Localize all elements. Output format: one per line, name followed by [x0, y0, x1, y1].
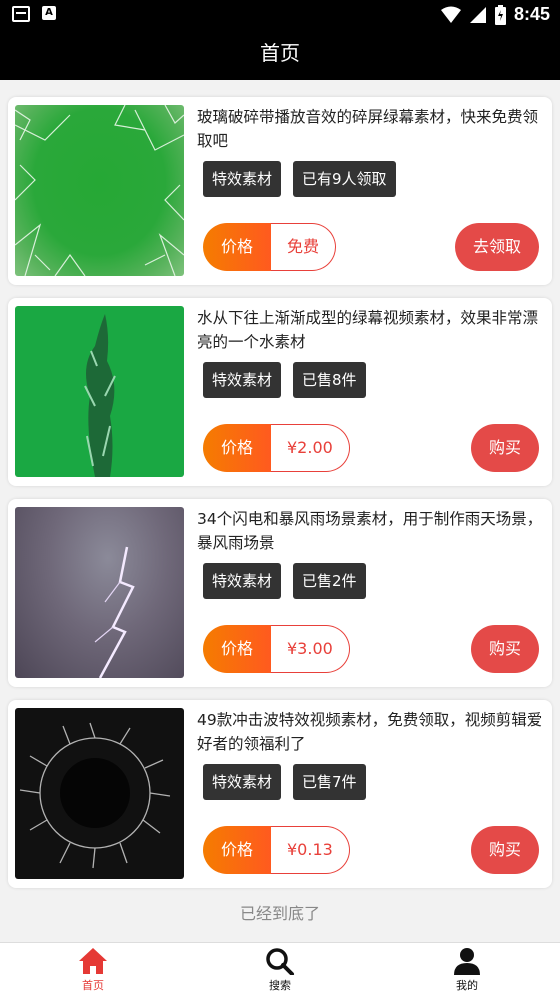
buy-button[interactable]: 购买: [470, 826, 539, 874]
product-thumbnail[interactable]: [15, 105, 184, 276]
price-value: ¥3.00: [271, 625, 350, 673]
bottom-tab-bar: 首页 搜索 我的: [0, 942, 560, 1000]
tab-home[interactable]: 首页: [63, 947, 123, 993]
buy-button[interactable]: 购买: [470, 424, 539, 472]
product-description: 34个闪电和暴风雨场景素材，用于制作雨天场景，暴风雨场景: [197, 510, 543, 552]
product-list[interactable]: 玻璃破碎带播放音效的碎屏绿幕素材，快来免费领取吧 特效素材 已有9人领取 价格 …: [0, 80, 560, 942]
category-tag: 特效素材: [203, 362, 282, 398]
shockwave-image: [19, 722, 171, 869]
lightning-image: [94, 546, 135, 678]
sales-count-tag: 已售7件: [293, 764, 366, 800]
tab-profile[interactable]: 我的: [437, 947, 497, 993]
battery-icon: [494, 4, 506, 25]
product-description: 水从下往上渐渐成型的绿幕视频素材，效果非常漂亮的一个水素材: [197, 309, 539, 351]
price-label: 价格: [203, 826, 271, 874]
product-description: 玻璃破碎带播放音效的碎屏绿幕素材，快来免费领取吧: [197, 108, 539, 150]
price-value: ¥2.00: [271, 424, 350, 472]
price-value: 免费: [271, 223, 337, 271]
category-tag: 特效素材: [203, 764, 282, 800]
claim-button[interactable]: 去领取: [454, 223, 539, 271]
buy-button[interactable]: 购买: [470, 625, 539, 673]
product-card[interactable]: 34个闪电和暴风雨场景素材，用于制作雨天场景，暴风雨场景 特效素材 已售2件 价…: [8, 499, 552, 687]
water-splash-image: [84, 314, 116, 477]
price-label: 价格: [203, 223, 271, 271]
price-pill: 价格 ¥3.00: [203, 625, 350, 673]
product-thumbnail[interactable]: [15, 708, 184, 879]
category-tag: 特效素材: [203, 161, 282, 197]
product-thumbnail[interactable]: [15, 306, 184, 477]
status-bar: A 8:45: [0, 0, 560, 30]
price-pill: 价格 免费: [203, 223, 337, 271]
broken-glass-image: [15, 105, 184, 276]
signal-icon: [469, 6, 486, 23]
product-card[interactable]: 水从下往上渐渐成型的绿幕视频素材，效果非常漂亮的一个水素材 特效素材 已售8件 …: [8, 298, 552, 486]
price-label: 价格: [203, 424, 271, 472]
tab-profile-label: 我的: [456, 979, 478, 992]
category-tag: 特效素材: [203, 563, 282, 599]
search-icon: [266, 948, 294, 975]
clock: 8:45: [513, 4, 550, 24]
user-icon: [454, 948, 480, 975]
list-end-text: 已经到底了: [239, 904, 320, 923]
price-pill: 价格 ¥2.00: [203, 424, 350, 472]
app-notification-icon: A: [42, 6, 56, 20]
tab-search-label: 搜索: [269, 979, 291, 992]
tab-search[interactable]: 搜索: [250, 947, 310, 993]
page-title: 首页: [0, 30, 560, 80]
price-value: ¥0.13: [271, 826, 350, 874]
product-card[interactable]: 玻璃破碎带播放音效的碎屏绿幕素材，快来免费领取吧 特效素材 已有9人领取 价格 …: [8, 97, 552, 285]
sales-count-tag: 已售2件: [293, 563, 366, 599]
photo-notification-icon: [12, 6, 30, 22]
product-card[interactable]: 49款冲击波特效视频素材，免费领取，视频剪辑爱好者的领福利了 特效素材 已售7件…: [8, 700, 552, 888]
tab-home-label: 首页: [82, 979, 104, 992]
price-label: 价格: [203, 625, 271, 673]
sales-count-tag: 已有9人领取: [293, 161, 396, 197]
sales-count-tag: 已售8件: [293, 362, 366, 398]
product-description: 49款冲击波特效视频素材，免费领取，视频剪辑爱好者的领福利了: [197, 711, 543, 753]
wifi-icon: [440, 6, 461, 23]
home-icon: [79, 948, 107, 974]
price-pill: 价格 ¥0.13: [203, 826, 350, 874]
product-thumbnail[interactable]: [15, 507, 184, 678]
